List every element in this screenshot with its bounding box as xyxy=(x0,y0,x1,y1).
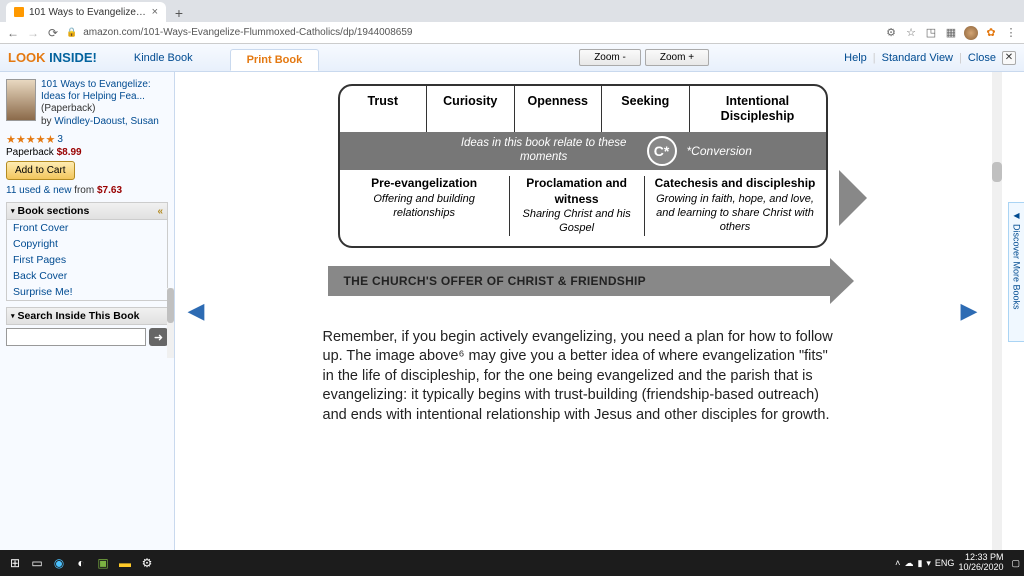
used-new-line: 11 used & new from $7.63 xyxy=(6,185,168,196)
task-view-icon[interactable]: ▭ xyxy=(26,553,48,573)
arrow-head-icon xyxy=(839,170,867,226)
sidebar-scrollbar[interactable] xyxy=(167,288,174,358)
stage-openness: Openness xyxy=(515,86,603,132)
collapse-icon: ▾ xyxy=(11,207,15,215)
print-book-tab[interactable]: Print Book xyxy=(230,49,320,71)
amazon-favicon xyxy=(14,7,24,17)
standard-view-link[interactable]: Standard View xyxy=(882,52,953,64)
chevron-left-icon: ◀ xyxy=(188,298,205,324)
content-area: ◀ Trust Curiosity Openness Seeking Inten… xyxy=(175,72,1024,550)
star-icon[interactable]: ☆ xyxy=(904,26,918,39)
url-text[interactable]: amazon.com/101-Ways-Evangelize-Flummoxed… xyxy=(83,27,878,38)
extension-icon[interactable]: ◳ xyxy=(924,26,938,39)
toc-item-front-cover[interactable]: Front Cover xyxy=(7,220,167,236)
price-line: Paperback $8.99 xyxy=(6,147,168,158)
book-page: Trust Curiosity Openness Seeking Intenti… xyxy=(273,72,893,550)
notifications-icon[interactable]: ▢ xyxy=(1011,558,1020,569)
back-button[interactable]: ← xyxy=(6,26,20,40)
book-thumbnail[interactable] xyxy=(6,79,36,121)
body-paragraph: Remember, if you begin actively evangeli… xyxy=(323,328,843,426)
url-bar: ← → ⟳ 🔒 amazon.com/101-Ways-Evangelize-F… xyxy=(0,22,1024,44)
band-text: Ideas in this book relate to these momen… xyxy=(437,137,651,165)
book-author: by Windley-Daoust, Susan xyxy=(41,116,168,127)
toc-item-back-cover[interactable]: Back Cover xyxy=(7,268,167,284)
extension-icon[interactable]: ✿ xyxy=(984,26,998,39)
explorer-icon[interactable]: ▬ xyxy=(114,553,136,573)
close-link[interactable]: Close xyxy=(968,52,996,64)
church-offer-banner: THE CHURCH'S OFFER OF CHRIST & FRIENDSHI… xyxy=(328,266,838,296)
author-link[interactable]: Windley-Daoust, Susan xyxy=(54,116,159,127)
toc-item-surprise-me[interactable]: Surprise Me! xyxy=(7,284,167,300)
wifi-icon[interactable]: ▾ xyxy=(926,558,931,569)
extension-icon[interactable]: ▦ xyxy=(944,26,958,39)
stage-intentional: Intentional Discipleship xyxy=(690,86,826,132)
battery-icon[interactable]: ▮ xyxy=(917,558,922,569)
lock-icon[interactable]: 🔒 xyxy=(66,27,77,38)
used-new-link[interactable]: 11 used & new xyxy=(6,185,71,196)
look-inside-logo: LOOK INSIDE! xyxy=(8,50,97,65)
profile-avatar[interactable] xyxy=(964,26,978,40)
content-scrollbar[interactable] xyxy=(992,72,1002,550)
reload-button[interactable]: ⟳ xyxy=(46,26,60,40)
zoom-out-button[interactable]: Zoom - xyxy=(579,49,641,66)
edge-icon[interactable]: ◉ xyxy=(48,553,70,573)
book-sections-header[interactable]: ▾ Book sections « xyxy=(6,202,168,220)
windows-taskbar: ⊞ ▭ ◉ ◐ ▣ ▬ ⚙ ˄ ☁ ▮ ▾ ENG 12:33 PM 10/26… xyxy=(0,550,1024,576)
kindle-book-tab[interactable]: Kindle Book xyxy=(117,47,210,69)
browser-tab-bar: 101 Ways to Evangelize: Ideas fo × + xyxy=(0,0,1024,22)
bottom-col-proclamation: Proclamation and witness Sharing Christ … xyxy=(510,176,645,236)
zoom-in-button[interactable]: Zoom + xyxy=(645,49,709,66)
stage-curiosity: Curiosity xyxy=(427,86,515,132)
collapse-sidebar-icon[interactable]: « xyxy=(157,206,163,217)
chrome-icon[interactable]: ◐ xyxy=(70,553,92,573)
bottom-col-preevangelization: Pre-evangelization Offering and building… xyxy=(340,176,510,236)
search-inside-header[interactable]: ▾ Search Inside This Book xyxy=(6,307,168,325)
discover-more-books-tab[interactable]: ◀ Discover More Books xyxy=(1008,202,1024,342)
close-button[interactable]: ✕ xyxy=(1002,51,1016,65)
prev-page-nav[interactable]: ◀ xyxy=(175,72,217,550)
start-button[interactable]: ⊞ xyxy=(4,553,26,573)
forward-button[interactable]: → xyxy=(26,26,40,40)
stage-trust: Trust xyxy=(340,86,428,132)
browser-tab[interactable]: 101 Ways to Evangelize: Ideas fo × xyxy=(6,2,166,22)
stages-diagram: Trust Curiosity Openness Seeking Intenti… xyxy=(338,84,828,248)
search-input[interactable] xyxy=(6,328,146,346)
next-page-nav[interactable]: ▶ xyxy=(948,72,990,550)
menu-icon[interactable]: ⋮ xyxy=(1004,26,1018,39)
chevron-right-icon: ▶ xyxy=(961,298,978,324)
chevron-left-icon: ◀ xyxy=(1013,211,1019,220)
collapse-icon: ▾ xyxy=(11,312,15,320)
tab-title: 101 Ways to Evangelize: Ideas fo xyxy=(29,7,147,18)
cloud-icon[interactable]: ☁ xyxy=(904,558,913,569)
arrow-head-icon xyxy=(830,258,854,304)
toc-list: Front Cover Copyright First Pages Back C… xyxy=(6,220,168,301)
close-icon[interactable]: × xyxy=(152,6,158,18)
tray-up-icon[interactable]: ˄ xyxy=(895,558,900,568)
help-link[interactable]: Help xyxy=(844,52,867,64)
conversion-label: *Conversion xyxy=(677,144,752,158)
book-title-link[interactable]: 101 Ways to Evangelize: Ideas for Helpin… xyxy=(41,79,168,115)
sidebar: 101 Ways to Evangelize: Ideas for Helpin… xyxy=(0,72,175,550)
clock[interactable]: 12:33 PM 10/26/2020 xyxy=(958,553,1007,573)
lang-indicator[interactable]: ENG xyxy=(935,558,955,568)
search-go-button[interactable]: ➜ xyxy=(149,328,168,346)
add-to-cart-button[interactable]: Add to Cart xyxy=(6,161,75,180)
star-rating[interactable]: ★★★★★ 3 xyxy=(6,133,168,146)
settings-icon[interactable]: ⚙ xyxy=(884,26,898,39)
stage-seeking: Seeking xyxy=(602,86,690,132)
conversion-circle: C* xyxy=(647,136,677,166)
settings-icon[interactable]: ⚙ xyxy=(136,553,158,573)
new-tab-button[interactable]: + xyxy=(170,4,188,22)
look-inside-header: LOOK INSIDE! Kindle Book Print Book Zoom… xyxy=(0,44,1024,72)
toc-item-first-pages[interactable]: First Pages xyxy=(7,252,167,268)
bottom-col-catechesis: Catechesis and discipleship Growing in f… xyxy=(645,176,826,236)
toc-item-copyright[interactable]: Copyright xyxy=(7,236,167,252)
app-icon[interactable]: ▣ xyxy=(92,553,114,573)
